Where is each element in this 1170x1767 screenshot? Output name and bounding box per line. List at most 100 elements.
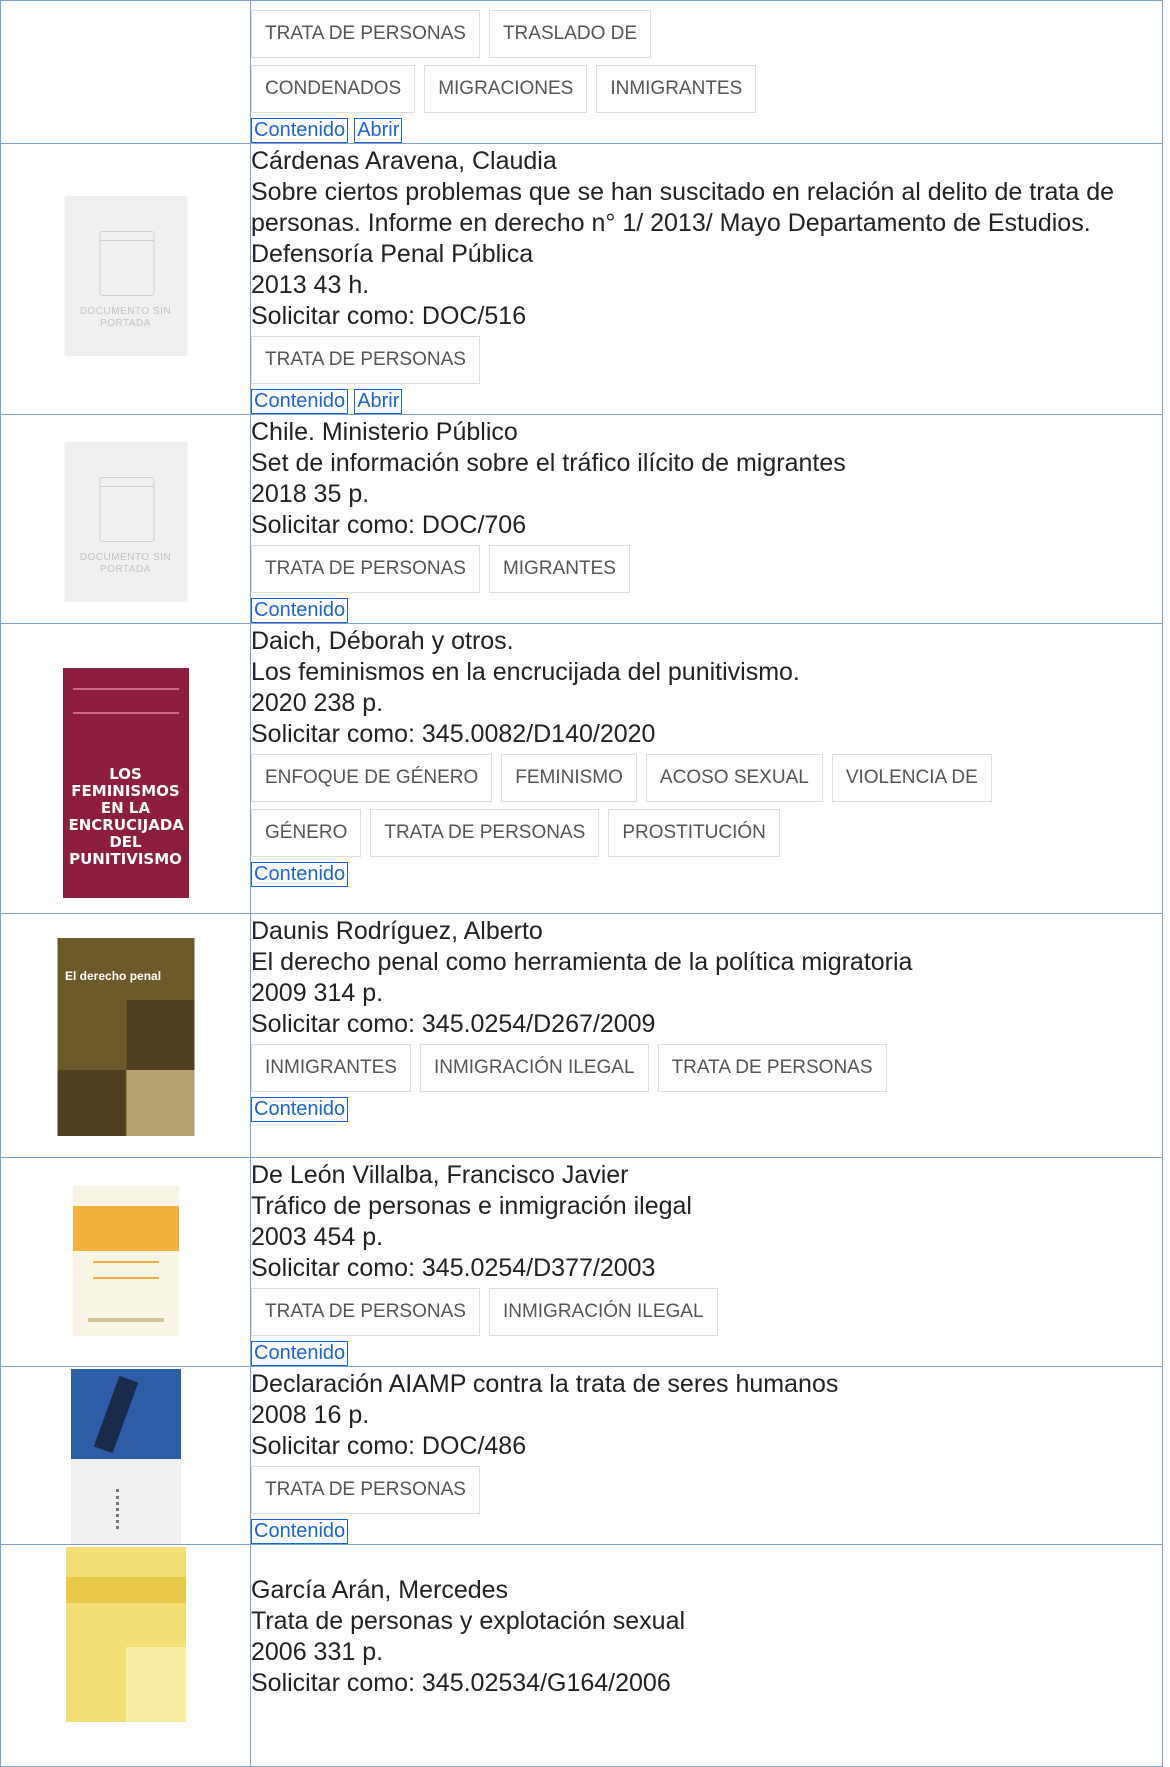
record-info: García Arán, Mercedes Trata de personas …	[250, 1544, 1163, 1767]
book-icon	[99, 231, 154, 296]
table-row: De León Villalba, Francisco Javier Tráfi…	[0, 1157, 1163, 1367]
record-year-pages: 2020 238 p.	[251, 689, 384, 717]
book-cover[interactable]	[65, 1547, 186, 1722]
book-cover[interactable]: LOS FEMINISMOS EN LA ENCRUCIJADA DEL PUN…	[62, 668, 189, 898]
record-author[interactable]: De León Villalba, Francisco Javier	[251, 1160, 1162, 1191]
table-row: DOCUMENTO SIN PORTADA Chile. Ministerio …	[0, 414, 1163, 624]
book-cover[interactable]: El derecho penal	[57, 938, 194, 1136]
tag-list: TRATA DE PERSONAS	[251, 1466, 1162, 1521]
record-title[interactable]: Tráfico de personas e inmigración ilegal	[251, 1191, 1162, 1222]
cover-title: El derecho penal	[65, 969, 162, 983]
cover-decoration	[65, 1577, 186, 1603]
record-title[interactable]: Sobre ciertos problemas que se han susci…	[251, 177, 1162, 270]
record-call-number: Solicitar como: 345.02534/G164/2006	[251, 1669, 671, 1697]
subject-tag[interactable]: TRATA DE PERSONAS	[251, 336, 480, 384]
cover-cell: DOCUMENTO SIN PORTADA	[0, 414, 251, 624]
tag-list: INMIGRANTES INMIGRACIÓN ILEGAL TRATA DE …	[251, 1044, 1162, 1099]
record-title[interactable]: Set de información sobre el tráfico ilíc…	[251, 448, 1162, 479]
record-info: Cárdenas Aravena, Claudia Sobre ciertos …	[250, 143, 1163, 415]
tag-list: TRATA DE PERSONAS MIGRANTES	[251, 545, 1162, 600]
subject-tag[interactable]: TRATA DE PERSONAS	[251, 1466, 480, 1514]
contenido-button[interactable]: Contenido	[251, 1341, 349, 1366]
contenido-button[interactable]: Contenido	[251, 1097, 349, 1122]
contenido-button[interactable]: Contenido	[251, 1519, 349, 1544]
record-title[interactable]: El derecho penal como herramienta de la …	[251, 947, 1162, 978]
record-actions: Contenido	[251, 1097, 1162, 1122]
subject-tag[interactable]: MIGRANTES	[488, 545, 630, 593]
subject-tag[interactable]: MIGRACIONES	[424, 65, 588, 113]
subject-tag[interactable]: TRATA DE PERSONAS	[370, 809, 600, 857]
tag-list: TRATA DE PERSONAS	[251, 336, 1162, 391]
cover-cell	[0, 1157, 251, 1367]
subject-tag[interactable]: INMIGRACIÓN ILEGAL	[419, 1044, 649, 1092]
record-info: Daich, Déborah y otros. Los feminismos e…	[250, 623, 1163, 914]
subject-tag[interactable]: TRATA DE PERSONAS	[251, 10, 480, 58]
no-cover-placeholder: DOCUMENTO SIN PORTADA	[64, 196, 187, 356]
book-cover[interactable]	[72, 1186, 179, 1336]
cover-decoration	[72, 1206, 179, 1251]
record-title[interactable]: Declaración AIAMP contra la trata de ser…	[251, 1369, 1162, 1400]
record-call-number: Solicitar como: 345.0254/D377/2003	[251, 1254, 656, 1282]
table-row: DOCUMENTO SIN PORTADA Cárdenas Aravena, …	[0, 143, 1163, 415]
abrir-button[interactable]: Abrir	[354, 389, 403, 414]
contenido-button[interactable]: Contenido	[251, 598, 349, 623]
subject-tag[interactable]: FEMINISMO	[501, 754, 637, 802]
cover-cell	[0, 0, 251, 144]
record-year-pages: 2006 331 p.	[251, 1638, 384, 1666]
cover-cell: LOS FEMINISMOS EN LA ENCRUCIJADA DEL PUN…	[0, 623, 251, 914]
record-actions: Contenido Abrir	[251, 118, 1162, 143]
record-call-number: Solicitar como: 345.0254/D267/2009	[251, 1010, 656, 1038]
record-title[interactable]: Trata de personas y explotación sexual	[251, 1606, 1162, 1637]
record-actions: Contenido Abrir	[251, 389, 1162, 414]
record-info: Declaración AIAMP contra la trata de ser…	[250, 1366, 1163, 1545]
cover-cell: El derecho penal	[0, 913, 251, 1158]
subject-tag[interactable]: TRASLADO DE	[488, 10, 652, 58]
subject-tag[interactable]: TRATA DE PERSONAS	[251, 545, 480, 593]
table-row: LOS FEMINISMOS EN LA ENCRUCIJADA DEL PUN…	[0, 623, 1163, 914]
record-year-pages: 2009 314 p.	[251, 979, 384, 1007]
record-actions: Contenido	[251, 862, 1162, 887]
subject-tag[interactable]: PROSTITUCIÓN	[608, 809, 780, 857]
contenido-button[interactable]: Contenido	[251, 862, 349, 887]
contenido-button[interactable]: Contenido	[251, 389, 349, 414]
subject-tag[interactable]: TRATA DE PERSONAS	[251, 1288, 480, 1336]
record-author[interactable]: Chile. Ministerio Público	[251, 417, 1162, 448]
record-year-pages: 2008 16 p.	[251, 1401, 370, 1429]
record-author[interactable]: Daich, Déborah y otros.	[251, 626, 1162, 657]
subject-tag[interactable]: INMIGRACIÓN ILEGAL	[488, 1288, 718, 1336]
subject-tag[interactable]: GÉNERO	[251, 809, 362, 857]
cover-decoration	[92, 1261, 159, 1279]
subject-tag[interactable]: INMIGRANTES	[251, 1044, 411, 1092]
record-info: De León Villalba, Francisco Javier Tráfi…	[250, 1157, 1163, 1367]
record-info: Chile. Ministerio Público Set de informa…	[250, 414, 1163, 624]
subject-tag[interactable]: TRATA DE PERSONAS	[657, 1044, 887, 1092]
book-cover[interactable]	[70, 1369, 181, 1544]
subject-tag[interactable]: CONDENADOS	[251, 65, 416, 113]
no-cover-label: DOCUMENTO SIN PORTADA	[79, 306, 172, 329]
record-call-number: Solicitar como: DOC/516	[251, 302, 527, 330]
record-call-number: Solicitar como: 345.0082/D140/2020	[251, 720, 656, 748]
subject-tag[interactable]: VIOLENCIA DE	[831, 754, 992, 802]
tag-list: TRATA DE PERSONAS INMIGRACIÓN ILEGAL	[251, 1288, 1162, 1343]
record-actions: Contenido	[251, 598, 1162, 623]
no-cover-placeholder: DOCUMENTO SIN PORTADA	[64, 442, 187, 602]
record-author[interactable]: Cárdenas Aravena, Claudia	[251, 146, 1162, 177]
tag-list: ENFOQUE DE GÉNERO FEMINISMO ACOSO SEXUAL…	[251, 754, 1162, 809]
contenido-button[interactable]: Contenido	[251, 118, 349, 143]
cover-cell: DOCUMENTO SIN PORTADA	[0, 143, 251, 415]
table-row: García Arán, Mercedes Trata de personas …	[0, 1544, 1163, 1767]
subject-tag[interactable]: ENFOQUE DE GÉNERO	[251, 754, 493, 802]
cover-title: LOS FEMINISMOS EN LA ENCRUCIJADA DEL PUN…	[68, 765, 184, 868]
abrir-button[interactable]: Abrir	[354, 118, 403, 143]
subject-tag[interactable]: ACOSO SEXUAL	[645, 754, 823, 802]
record-info: TRATA DE PERSONAS TRASLADO DE CONDENADOS…	[250, 0, 1163, 144]
subject-tag[interactable]: INMIGRANTES	[596, 65, 757, 113]
catalog-results-table: TRATA DE PERSONAS TRASLADO DE CONDENADOS…	[0, 0, 1163, 1767]
record-title[interactable]: Los feminismos en la encrucijada del pun…	[251, 657, 1162, 688]
record-author[interactable]: García Arán, Mercedes	[251, 1575, 1162, 1606]
record-author[interactable]: Daunis Rodríguez, Alberto	[251, 916, 1162, 947]
cover-decoration	[126, 1070, 194, 1136]
cover-decoration	[126, 1000, 194, 1070]
cover-decoration	[125, 1647, 186, 1722]
record-actions: Contenido	[251, 1341, 1162, 1366]
